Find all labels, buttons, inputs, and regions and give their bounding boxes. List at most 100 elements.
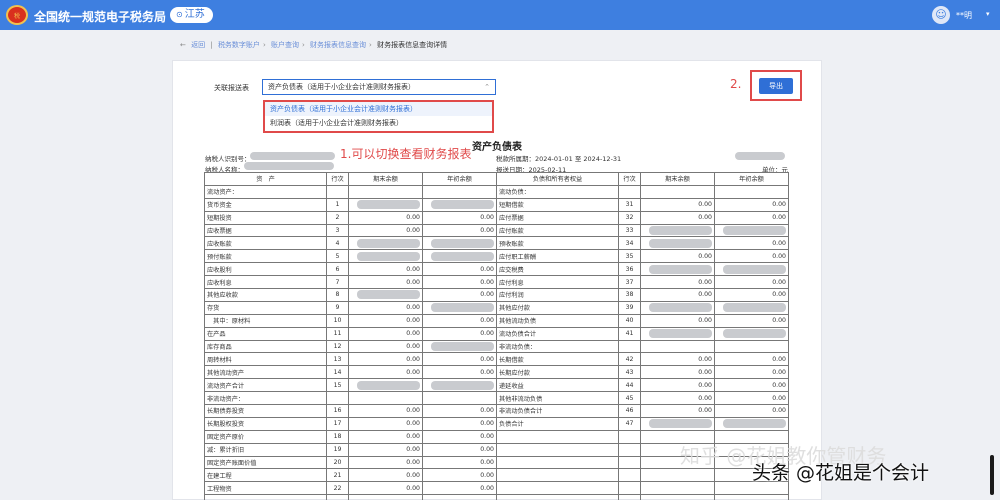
table-row: 周转材料 13 0.00 0.00 长期借款 42 0.00 0.00 <box>204 352 789 367</box>
table-cell: 长期债券投资 <box>204 404 327 418</box>
chevron-up-icon[interactable]: ⌃ <box>484 80 490 94</box>
table-cell: 应收账款 <box>204 236 327 251</box>
table-row: 长期债券投资 16 0.00 0.00 非流动负债合计 46 0.00 0.00 <box>204 404 789 418</box>
table-cell: 0.00 <box>348 481 423 496</box>
table-cell: 长期应付款 <box>496 365 619 380</box>
table-cell: 0.00 <box>422 223 497 238</box>
table-cell: 0.00 <box>640 404 715 418</box>
table-cell <box>496 494 619 500</box>
redacted-value <box>722 264 786 274</box>
table-cell <box>618 494 641 500</box>
redacted-cell <box>348 288 423 302</box>
table-row: 预付账款 5 应付职工薪酬 35 0.00 0.00 <box>204 249 789 264</box>
breadcrumb-item[interactable]: 税务数字账户 <box>218 41 260 49</box>
table-cell: 流动负债： <box>496 184 619 199</box>
table-cell: 非流动负债合计 <box>496 404 619 418</box>
table-cell: 应收票据 <box>204 223 327 238</box>
table-cell: 37 <box>618 275 641 290</box>
table-cell: 0.00 <box>640 352 715 367</box>
user-name[interactable]: **明 <box>956 10 972 21</box>
redacted-value <box>430 200 494 210</box>
table-cell: 0.00 <box>348 275 423 290</box>
back-arrow-icon[interactable]: ← <box>180 41 186 49</box>
table-cell: 39 <box>618 300 641 315</box>
export-button[interactable]: 导出 <box>759 78 793 94</box>
table-cell: 46 <box>618 404 641 418</box>
top-bar: 税 全国统一规范电子税务局 ⊙ 江苏 ☺ **明 ▾ <box>0 0 1000 30</box>
table-cell: 0.00 <box>714 236 789 251</box>
table-cell: 41 <box>618 326 641 341</box>
table-cell: 12 <box>326 339 349 354</box>
breadcrumb-item[interactable]: 财务报表信息查询 <box>310 41 366 49</box>
table-cell: 其中：原材料 <box>204 313 327 328</box>
table-cell <box>326 184 349 199</box>
table-row: 流动资产合计 15 递延收益 44 0.00 0.00 <box>204 378 789 393</box>
region-selector[interactable]: ⊙ 江苏 <box>170 7 213 23</box>
table-row: 应收股利 6 0.00 0.00 应交税费 36 <box>204 262 789 277</box>
redacted-cell <box>714 262 789 277</box>
table-cell <box>496 481 619 496</box>
table-cell: 0.00 <box>640 197 715 212</box>
table-cell: 其他非流动负债 <box>496 391 619 406</box>
redacted-taxpayer-name <box>244 162 334 170</box>
table-row: 其他流动资产 14 0.00 0.00 长期应付款 43 0.00 0.00 <box>204 365 789 380</box>
table-cell: 38 <box>618 288 641 302</box>
table-cell: 0.00 <box>348 339 423 354</box>
redacted-value <box>648 226 712 235</box>
table-cell: 0.00 <box>714 365 789 380</box>
redacted-value <box>648 303 712 313</box>
report-type-select[interactable]: 资产负债表（适用于小企业会计准则财务报表） ⌃ <box>262 79 496 95</box>
table-cell: 0.00 <box>422 326 497 341</box>
user-avatar-icon[interactable]: ☺ <box>932 6 950 24</box>
table-cell: 4 <box>326 236 349 251</box>
redacted-cell <box>640 326 715 341</box>
table-cell: 0.00 <box>714 249 789 264</box>
redacted-value <box>648 264 712 274</box>
redacted-cell <box>348 378 423 393</box>
redacted-info <box>735 152 785 160</box>
table-cell: 非流动负债： <box>496 339 619 354</box>
table-cell: 35 <box>618 249 641 264</box>
table-cell: 21 <box>326 468 349 483</box>
col-header-assets: 资 产 <box>204 172 327 186</box>
col-header-line: 行次 <box>618 172 641 186</box>
redacted-cell <box>640 416 715 431</box>
table-cell: 预收账款 <box>496 236 619 251</box>
taxpayer-id-label: 纳税人识别号： <box>205 155 251 163</box>
col-header-line: 行次 <box>326 172 349 186</box>
table-cell: 其他流动资产 <box>204 365 327 380</box>
table-cell <box>422 184 497 199</box>
table-cell <box>618 455 641 470</box>
redacted-cell <box>714 326 789 341</box>
table-cell: 0.00 <box>348 442 423 457</box>
scrollbar[interactable] <box>990 455 994 495</box>
table-cell: 0.00 <box>422 442 497 457</box>
table-cell: 9 <box>326 300 349 315</box>
table-cell: 0.00 <box>348 210 423 225</box>
table-cell: 40 <box>618 313 641 328</box>
col-header-begin-balance: 年初余额 <box>714 172 789 186</box>
dropdown-option-balance-sheet[interactable]: 资产负债表（适用于小企业会计准则财务报表） <box>265 102 492 116</box>
table-cell: 0.00 <box>348 468 423 483</box>
breadcrumb: ← 返回 | 税务数字账户 › 账户查询 › 财务报表信息查询 › 财务报表信息查询详… <box>180 41 448 49</box>
dropdown-option-income-statement[interactable]: 利润表（适用于小企业会计准则财务报表） <box>265 116 492 130</box>
table-cell: 流动资产： <box>204 184 327 199</box>
chevron-down-icon[interactable]: ▾ <box>986 10 990 18</box>
table-cell: 0.00 <box>422 455 497 470</box>
table-cell <box>422 494 497 500</box>
table-cell <box>640 339 715 354</box>
redacted-cell <box>422 300 497 315</box>
report-type-value: 资产负债表（适用于小企业会计准则财务报表） <box>268 83 415 91</box>
table-cell <box>422 391 497 406</box>
table-cell: 0.00 <box>422 352 497 367</box>
redacted-value <box>430 342 494 352</box>
table-cell <box>348 184 423 199</box>
redacted-value <box>430 380 494 390</box>
table-row: 货币资金 1 短期借款 31 0.00 0.00 <box>204 197 789 212</box>
redacted-value <box>430 303 494 313</box>
redacted-cell <box>348 236 423 251</box>
back-link[interactable]: 返回 <box>191 41 205 49</box>
table-cell <box>496 442 619 457</box>
table-cell: 0.00 <box>714 210 789 225</box>
breadcrumb-item[interactable]: 账户查询 <box>271 41 299 49</box>
